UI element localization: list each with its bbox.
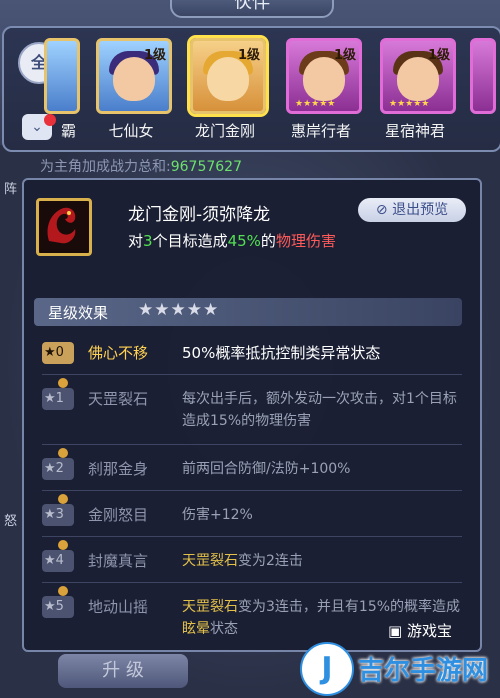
skill-description: 对3个目标造成45%的物理伤害 — [128, 230, 336, 251]
desc-text: 的 — [260, 232, 276, 250]
highlight-skill: 天罡裂石 — [182, 599, 238, 615]
hero-name: 霸 — [60, 122, 76, 140]
hero-name: 龙门金刚 — [194, 122, 255, 140]
desc-damage-type: 物理伤害 — [275, 232, 336, 250]
star-badge: ★4 — [42, 550, 74, 572]
star-badge: ★3 — [42, 504, 74, 526]
star-row-3: ★3 金刚怒目 伤害+12% — [42, 494, 462, 537]
hero-name: 星宿神君 — [384, 122, 445, 140]
star-effect-name: 天罡裂石 — [88, 390, 149, 408]
desc-text: 个目标造成 — [152, 232, 228, 250]
star-badge: ★0 — [42, 342, 74, 364]
upgrade-button[interactable]: 升 级 — [58, 654, 188, 688]
hero-card-longmenjingang[interactable]: 1级 — [190, 38, 266, 114]
hero-card-partial-right[interactable] — [470, 38, 496, 114]
power-bonus: 为主角加成战力总和:96757627 — [40, 156, 242, 176]
hero-level: 1级 — [333, 48, 356, 63]
star-badge: ★2 — [42, 458, 74, 480]
star-row-0: ★0 佛心不移 50%概率抵抗控制类异常状态 — [42, 340, 462, 375]
hero-card-qixiannv[interactable]: 1级 — [96, 38, 172, 114]
desc-percent: 45% — [227, 232, 261, 250]
star-number: 4 — [55, 553, 64, 568]
side-tab-2[interactable]: 怒 — [4, 510, 17, 529]
highlight-stun: 眩晕 — [182, 621, 210, 637]
star-badge: ★5 — [42, 596, 74, 618]
exit-preview-button[interactable]: ⊘ 退出预览 — [358, 198, 466, 222]
star-effect-text: 天罡裂石变为2连击 — [182, 550, 462, 572]
side-tab[interactable]: 阵 — [4, 178, 17, 197]
hero-selector-strip: 全 ⌄ 霸 1级 七仙女 1级 龙门金刚 1级 ★★★★★ 惠岸行者 1级 ★★… — [2, 26, 500, 152]
star-number: 0 — [55, 345, 64, 360]
effect-end: 状态 — [210, 621, 238, 637]
star-effects-title: 星级效果 — [48, 304, 109, 322]
hero-card-huianxingzhe[interactable]: 1级 ★★★★★ — [286, 38, 362, 114]
brand-text: 吉尔手游网 — [358, 656, 489, 686]
star-rating-icon: ★★★★★ — [138, 300, 220, 320]
star-effect-name: 刹那金身 — [88, 460, 149, 478]
page-title: 伙伴 — [170, 0, 334, 18]
star-number: 1 — [55, 391, 64, 406]
star-row-2: ★2 刹那金身 前两回合防御/法防+100% — [42, 448, 462, 491]
eye-slash-icon: ⊘ — [375, 202, 393, 218]
star-effect-text: 每次出手后，额外发动一次攻击，对1个目标造成15%的物理伤害 — [182, 391, 457, 429]
power-value: 96757627 — [170, 159, 242, 175]
desc-text: 对 — [128, 232, 144, 250]
lock-icon — [58, 494, 68, 504]
hero-card-partial[interactable] — [44, 38, 80, 114]
brand-logo-icon: J — [300, 642, 354, 696]
lock-icon — [58, 586, 68, 596]
hero-name: 七仙女 — [108, 122, 154, 140]
star-effect-text: 伤害+12% — [182, 507, 253, 523]
lock-icon — [58, 378, 68, 388]
star-number: 3 — [55, 507, 64, 522]
lock-icon — [58, 540, 68, 550]
star-badge: ★1 — [42, 388, 74, 410]
hero-level: 1级 — [427, 48, 450, 63]
effect-rest: 变为3连击，并且有15%的概率造成 — [238, 599, 461, 615]
skill-preview-popup: 龙门金刚-须弥降龙 对3个目标造成45%的物理伤害 ⊘ 退出预览 星级效果 ★★… — [22, 178, 482, 652]
exit-preview-label: 退出预览 — [392, 202, 449, 218]
star-number: 5 — [55, 599, 64, 614]
skill-icon — [36, 198, 92, 256]
lock-icon — [58, 448, 68, 458]
watermark-small: ▣ 游戏宝 — [388, 622, 452, 640]
portrait-face — [207, 57, 249, 101]
hero-stars: ★★★★★ — [389, 99, 430, 109]
star-row-4: ★4 封魔真言 天罡裂石变为2连击 — [42, 540, 462, 583]
hero-level: 1级 — [237, 48, 260, 63]
star-effect-name: 封魔真言 — [88, 552, 149, 570]
portrait-face — [113, 57, 155, 101]
star-effect-text: 50%概率抵抗控制类异常状态 — [182, 344, 381, 362]
star-number: 2 — [55, 461, 64, 476]
desc-targets: 3 — [143, 232, 153, 250]
star-row-1: ★1 天罡裂石 每次出手后，额外发动一次攻击，对1个目标造成15%的物理伤害 — [42, 378, 462, 445]
dragon-icon — [47, 207, 76, 244]
star-effect-text: 前两回合防御/法防+100% — [182, 461, 351, 477]
portrait-face — [303, 57, 345, 101]
skill-title: 龙门金刚-须弥降龙 — [128, 205, 271, 225]
hero-level: 1级 — [143, 48, 166, 63]
star-effects-header: 星级效果 ★★★★★ — [34, 298, 462, 326]
hero-card-xingxiushenjun[interactable]: 1级 ★★★★★ — [380, 38, 456, 114]
watermark-brand: J 吉尔手游网 — [300, 640, 500, 698]
watermark-small-text: 游戏宝 — [406, 622, 452, 640]
highlight-skill: 天罡裂石 — [182, 553, 238, 569]
power-label: 为主角加成战力总和: — [40, 159, 171, 175]
hero-stars: ★★★★★ — [295, 99, 336, 109]
star-effect-name: 地动山摇 — [88, 598, 149, 616]
star-effect-name: 金刚怒目 — [88, 506, 149, 524]
hero-name: 惠岸行者 — [290, 122, 351, 140]
effect-rest: 变为2连击 — [238, 553, 303, 569]
portrait-face — [397, 57, 439, 101]
star-effect-name: 佛心不移 — [88, 344, 149, 362]
